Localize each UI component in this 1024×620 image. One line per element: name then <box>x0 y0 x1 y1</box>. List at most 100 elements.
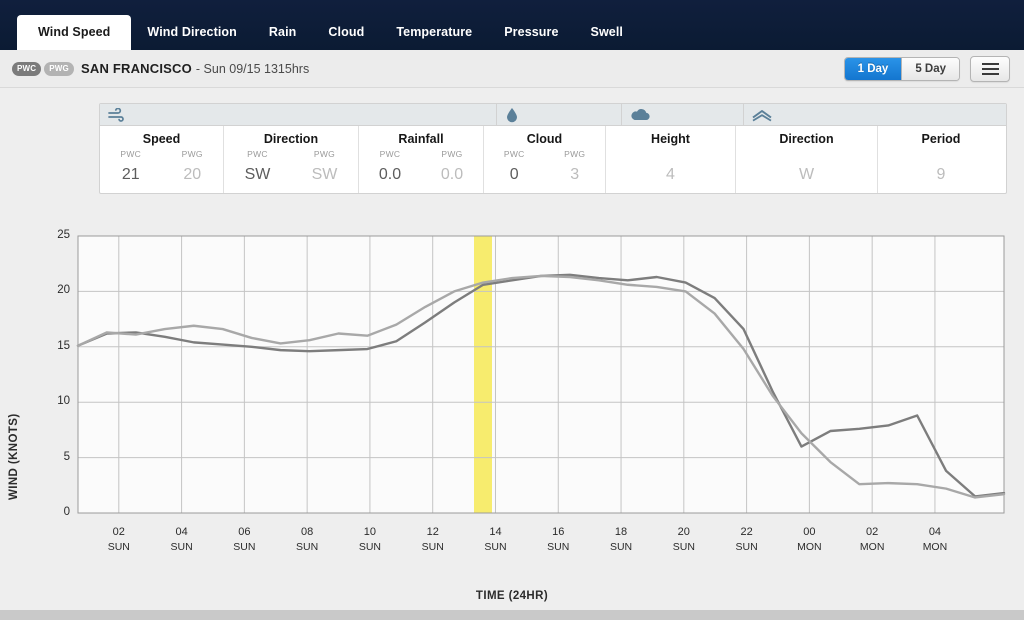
cloud-icon <box>622 104 744 125</box>
summary-model-label-pwg: PWG <box>441 149 463 159</box>
chart-x-tick: 04 MON <box>923 525 948 555</box>
tab-wind-direction[interactable]: Wind Direction <box>131 14 252 50</box>
summary-column-period-6: Period 9 <box>878 126 1004 193</box>
summary-column-direction-1: Direction PWC PWG SW SW <box>224 126 359 193</box>
badge-pwc: PWC <box>12 61 42 76</box>
chart-x-tick-time: 20 <box>677 526 690 538</box>
range-toggle-group: 1 Day 5 Day <box>843 56 960 81</box>
chart-x-tick-day: MON <box>797 541 822 553</box>
chart-x-tick-day: SUN <box>233 541 256 553</box>
summary-model-labels: PWC PWG <box>100 149 223 160</box>
summary-column-height-4: Height 4 <box>606 126 736 193</box>
badge-pwg: PWG <box>44 61 74 76</box>
footer-strip <box>0 610 1024 620</box>
summary-value-row: 9 <box>878 164 1004 193</box>
chart-x-tick-day: SUN <box>672 541 695 553</box>
summary-value-row: 0.0 0.0 <box>359 164 483 193</box>
chart-x-tick-day: SUN <box>735 541 758 553</box>
summary-value: 21 <box>121 166 140 183</box>
location-name: SAN FRANCISCO <box>80 61 192 76</box>
hamburger-icon-bar <box>981 62 999 65</box>
summary-model-label-pwc: PWC <box>503 149 525 159</box>
summary-model-label-pwg: PWG <box>564 149 586 159</box>
chart-x-tick-time: 02 <box>112 526 125 538</box>
summary-column-title: Height <box>651 132 690 146</box>
summary-model-labels <box>606 149 735 160</box>
summary-value: W <box>798 166 815 183</box>
summary-column-rainfall-2: Rainfall PWC PWG 0.0 0.0 <box>359 126 484 193</box>
raindrop-icon <box>497 104 622 125</box>
chart-x-tick-day: SUN <box>547 541 570 553</box>
chart-x-tick-day: SUN <box>358 541 382 553</box>
chart-x-tick-time: 18 <box>614 526 628 538</box>
location-bar: PWC PWG SAN FRANCISCO - Sun 09/15 1315hr… <box>0 50 1024 88</box>
chart-x-tick: 02 MON <box>860 525 885 555</box>
tab-temperature[interactable]: Temperature <box>380 14 488 50</box>
range-1-day-button[interactable]: 1 Day <box>844 57 902 80</box>
chart-x-tick: 02 SUN <box>108 525 130 555</box>
chart-x-tick-time: 06 <box>238 526 251 538</box>
summary-value-row: W <box>736 164 877 193</box>
summary-model-labels <box>736 149 877 160</box>
tab-rain[interactable]: Rain <box>253 14 313 50</box>
summary-column-cloud-3: Cloud PWC PWG 0 3 <box>484 126 606 193</box>
wind-speed-chart: WIND (KNOTS) TIME (24HR) 0 5 10 15 20 25 02 SU… <box>0 200 1024 620</box>
summary-column-speed-0: Speed PWC PWG 21 20 <box>100 126 224 193</box>
chart-x-tick: 12 SUN <box>422 525 444 555</box>
chart-x-tick-day: SUN <box>609 541 633 553</box>
chart-x-tick-day: MON <box>859 541 885 553</box>
summary-value: SW <box>244 166 271 183</box>
summary-column-title: Period <box>921 132 961 146</box>
summary-model-label-pwg: PWG <box>313 149 336 159</box>
location-bar-controls: 1 Day 5 Day <box>843 55 1010 82</box>
hamburger-menu-button[interactable] <box>970 55 1010 82</box>
summary-model-labels: PWC PWG <box>224 149 358 160</box>
chart-x-tick: 18 SUN <box>610 525 632 555</box>
summary-value: 0 <box>509 166 519 183</box>
chart-x-tick-time: 02 <box>866 526 879 538</box>
summary-model-label-pwg: PWG <box>181 149 203 159</box>
tab-swell[interactable]: Swell <box>575 14 639 50</box>
chart-x-tick-day: SUN <box>296 541 319 553</box>
chart-x-tick-day: MON <box>922 541 948 553</box>
chart-x-tick: 20 SUN <box>673 525 695 555</box>
weather-forecast-app: Wind Speed Wind Direction Rain Cloud Tempera… <box>0 0 1024 620</box>
summary-value-row: 4 <box>606 164 735 193</box>
summary-model-labels: PWC PWG <box>484 149 605 160</box>
chart-x-tick-time: 12 <box>426 526 439 538</box>
chart-x-tick: 16 SUN <box>547 525 569 555</box>
summary-model-labels: PWC PWG <box>359 149 483 160</box>
chart-x-tick-day: SUN <box>107 541 130 553</box>
tab-cloud[interactable]: Cloud <box>312 14 380 50</box>
model-badges: PWC PWG <box>12 61 74 76</box>
chart-x-tick-time: 22 <box>740 526 753 538</box>
tab-pressure[interactable]: Pressure <box>488 14 574 50</box>
chart-x-tick-time: 08 <box>301 526 314 538</box>
chart-x-tick-time: 14 <box>489 526 502 538</box>
summary-columns: Speed PWC PWG 21 20 Direction PWC PWG SW SW Rainfa… <box>100 126 1006 193</box>
summary-value-row: 03 <box>484 164 605 193</box>
summary-column-title: Rainfall <box>398 132 444 146</box>
summary-model-label-pwc: PWC <box>247 149 268 159</box>
range-5-day-button[interactable]: 5 Day <box>901 57 959 80</box>
summary-value-row: SW SW <box>224 164 358 193</box>
chart-x-tick: 22 SUN <box>736 525 758 555</box>
summary-value: SW <box>311 166 338 183</box>
chart-x-tick-time: 00 <box>803 526 816 538</box>
chart-x-tick-time: 04 <box>928 526 942 538</box>
swell-icon <box>744 104 1006 125</box>
hamburger-icon-bar <box>981 72 999 75</box>
chart-x-tick-time: 10 <box>363 526 377 538</box>
chart-x-tick: 00 MON <box>797 525 822 555</box>
current-time-highlight <box>474 236 492 513</box>
chart-x-tick: 06 SUN <box>233 525 255 555</box>
hamburger-icon-bar <box>981 67 999 70</box>
tab-wind-speed[interactable]: Wind Speed <box>17 15 132 50</box>
chart-x-tick-time: 04 <box>175 526 188 538</box>
summary-value: 0.0 <box>440 166 464 183</box>
chart-x-tick: 08 SUN <box>296 525 318 555</box>
chart-x-tick-day: SUN <box>421 541 444 553</box>
chart-x-tick-day: SUN <box>170 541 193 553</box>
primary-tab-bar: Wind Speed Wind Direction Rain Cloud Tempera… <box>0 0 1024 50</box>
chart-x-tick-time: 16 <box>552 526 565 538</box>
